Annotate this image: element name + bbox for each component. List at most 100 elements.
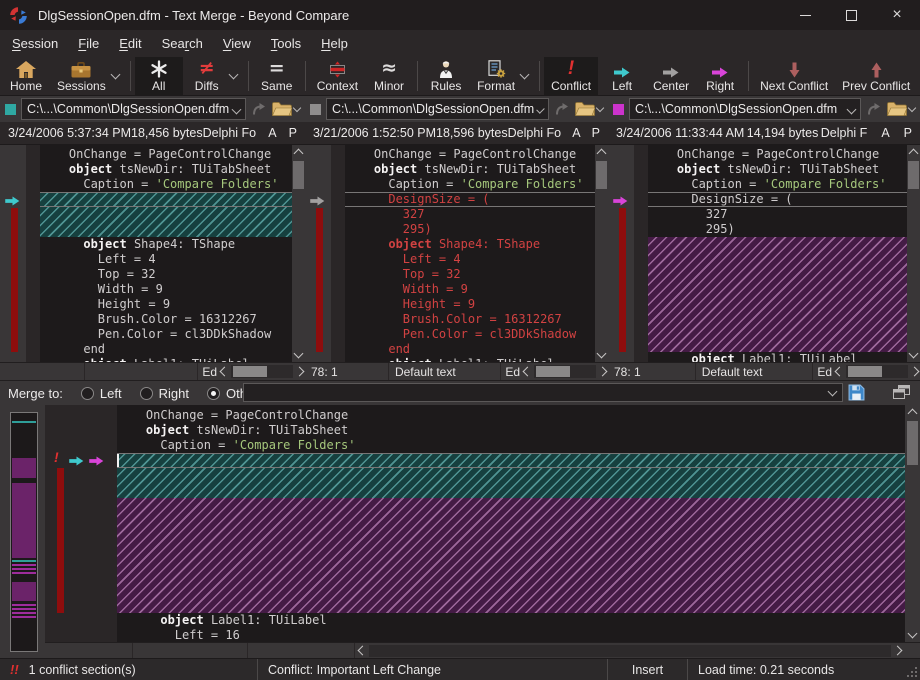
resize-grip[interactable] <box>905 665 917 677</box>
horizontal-scrollbar[interactable] <box>221 363 305 380</box>
merge-output-editor[interactable]: OnChange = PageControlChange object tsNe… <box>117 405 905 642</box>
center-code-editor[interactable]: OnChange = PageControlChange object tsNe… <box>345 145 595 362</box>
toolbar-button-minor[interactable]: ≈Minor <box>365 57 413 95</box>
toolbar-button-right[interactable]: Right <box>696 57 744 95</box>
browse-folder-button[interactable] <box>887 102 915 116</box>
scroll-left-icon <box>523 367 533 377</box>
format-icon <box>487 59 506 78</box>
left-vertical-scrollbar[interactable] <box>292 145 305 362</box>
conflict-double-bang-icon: !! <box>10 662 19 677</box>
file-format: Delphi Fo <box>508 126 562 140</box>
left-code-editor[interactable]: OnChange = PageControlChange object tsNe… <box>40 145 292 362</box>
layout-panes-button[interactable] <box>893 385 910 405</box>
toolbar-button-home[interactable]: Home <box>2 57 50 95</box>
menu-item-edit[interactable]: Edit <box>109 32 151 55</box>
equals-icon: = <box>269 59 285 78</box>
conflict-section-bar <box>11 208 18 352</box>
code-line: 295) <box>648 222 907 237</box>
toolbar-button-label: Right <box>706 79 734 93</box>
arrow-right-gray-icon <box>663 59 679 78</box>
right-pane-color-swatch <box>613 104 624 115</box>
scroll-up-icon <box>597 149 607 159</box>
merge-to-radio-left[interactable]: Left <box>81 386 122 401</box>
swap-sides-icon <box>251 102 267 116</box>
merge-output-combobox[interactable] <box>243 383 843 402</box>
toolbar-button-left[interactable]: Left <box>598 57 646 95</box>
toolbar-button-rules[interactable]: Rules <box>422 57 470 95</box>
folder-icon <box>887 102 907 116</box>
toolbar-button-next-conflict[interactable]: Next Conflict <box>753 57 835 95</box>
code-line: object tsNewDir: TUiTabSheet <box>117 423 905 438</box>
toolbar-button-format[interactable]: Format <box>470 57 535 95</box>
code-line: object Label1: TUiLabel <box>648 352 907 362</box>
menu-item-tools[interactable]: Tools <box>261 32 311 55</box>
toolbar-button-prev-conflict[interactable]: Prev Conflict <box>835 57 917 95</box>
swap-button[interactable] <box>251 102 267 116</box>
right-file-path-combobox[interactable]: C:\...\Common\DlgSessionOpen.dfm <box>629 98 861 120</box>
swap-button[interactable] <box>866 102 882 116</box>
center-vertical-scrollbar[interactable] <box>595 145 608 362</box>
center-pane-header: C:\...\Common\DlgSessionOpen.dfm <box>305 96 608 122</box>
save-output-button[interactable] <box>848 384 865 406</box>
code-line: Height = 9 <box>40 297 292 312</box>
chevron-down-icon[interactable] <box>228 70 238 80</box>
code-line: Top = 32 <box>345 267 595 282</box>
swap-sides-icon <box>554 102 570 116</box>
minimap-diff-block <box>12 564 36 566</box>
chevron-down-icon[interactable] <box>520 70 530 80</box>
code-line: 295) <box>345 222 595 237</box>
right-editor-pane: OnChange = PageControlChange object tsNe… <box>608 145 920 362</box>
scroll-down-icon <box>597 349 607 359</box>
center-file-path-combobox[interactable]: C:\...\Common\DlgSessionOpen.dfm <box>326 98 549 120</box>
toolbar-button-conflict[interactable]: !Conflict <box>544 57 598 95</box>
left-file-info: 3/24/2006 5:37:34 PM18,456 bytesDelphi F… <box>0 122 305 144</box>
file-date: 3/21/2006 1:52:50 PM <box>313 126 436 140</box>
browse-folder-button[interactable] <box>272 102 300 116</box>
close-button[interactable]: × <box>874 0 920 30</box>
toolbar-button-sessions[interactable]: Sessions <box>50 57 126 95</box>
right-vertical-scrollbar[interactable] <box>907 145 920 362</box>
toolbar-button-center[interactable]: Center <box>646 57 696 95</box>
take-left-arrow-icon[interactable] <box>69 453 84 471</box>
code-line: end <box>345 342 595 357</box>
context-icon <box>329 59 346 78</box>
right-code-editor[interactable]: OnChange = PageControlChange object tsNe… <box>648 145 907 362</box>
toolbar-button-all[interactable]: All <box>135 57 183 95</box>
briefcase-icon <box>71 59 91 78</box>
conflict-message-label: Conflict: Important Left Change <box>268 663 441 677</box>
diff-minimap[interactable] <box>10 412 38 652</box>
menu-item-help[interactable]: Help <box>311 32 358 55</box>
output-vertical-scrollbar[interactable] <box>905 405 920 642</box>
minimap-diff-block <box>12 483 36 558</box>
left-pane-status: Ed <box>0 362 305 380</box>
minimap-diff-block <box>12 572 36 574</box>
menu-item-search[interactable]: Search <box>152 32 213 55</box>
take-right-arrow-icon[interactable] <box>89 453 104 471</box>
left-file-path-combobox[interactable]: C:\...\Common\DlgSessionOpen.dfm <box>21 98 246 120</box>
chevron-down-icon[interactable] <box>110 70 120 80</box>
file-attr-p: P <box>904 126 912 140</box>
asterisk-icon <box>150 59 168 78</box>
menu-item-file[interactable]: File <box>68 32 109 55</box>
browse-folder-button[interactable] <box>575 102 603 116</box>
menu-item-session[interactable]: Session <box>2 32 68 55</box>
merge-to-label: Merge to: <box>8 386 63 401</box>
menu-item-view[interactable]: View <box>213 32 261 55</box>
output-horizontal-scrollbar[interactable] <box>355 643 905 658</box>
horizontal-scrollbar[interactable] <box>836 363 920 380</box>
toolbar-button-same[interactable]: =Same <box>253 57 301 95</box>
toolbar-button-diffs[interactable]: ≠Diffs <box>183 57 244 95</box>
scroll-right-icon <box>893 646 903 656</box>
radio-icon <box>81 387 94 400</box>
swap-button[interactable] <box>554 102 570 116</box>
merge-to-radio-right[interactable]: Right <box>140 386 189 401</box>
code-line: OnChange = PageControlChange <box>117 408 905 423</box>
cursor-position-label <box>0 363 85 380</box>
editable-label: Ed <box>813 365 836 379</box>
horizontal-scrollbar[interactable] <box>524 363 608 380</box>
minimize-button[interactable] <box>782 0 828 30</box>
maximize-button[interactable] <box>828 0 874 30</box>
file-attr-a: A <box>268 126 276 140</box>
toolbar-button-label: Diffs <box>195 79 219 93</box>
toolbar-button-context[interactable]: Context <box>310 57 365 95</box>
